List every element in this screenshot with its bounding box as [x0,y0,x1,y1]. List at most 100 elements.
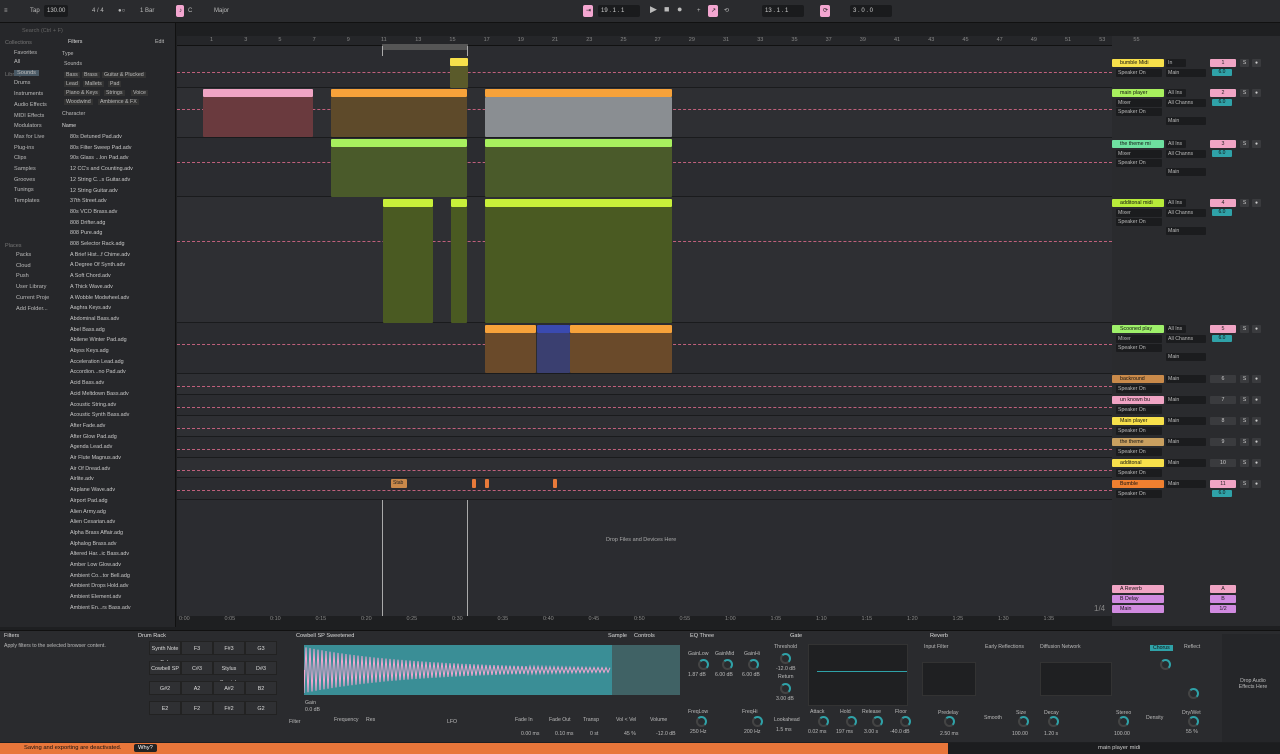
list-item[interactable]: Agenda Lead.adv [70,444,112,450]
list-item[interactable]: Ambient Element.adv [70,594,121,600]
list-item[interactable]: Acceleration Lead.adg [70,359,124,365]
play-icon[interactable]: ▶ [650,3,657,15]
return-track-number[interactable]: 1/2 [1210,605,1236,613]
list-item[interactable]: Alien Army.adg [70,509,106,515]
follow-icon[interactable]: ⇥ [583,5,593,17]
list-item[interactable]: Abel Bass.adg [70,327,105,333]
eq-three-title[interactable]: EQ Three [690,632,714,641]
drum-pad[interactable]: G3 [245,641,277,655]
size-value[interactable]: 100.00 [1012,731,1028,737]
track-number[interactable]: 1 [1210,59,1236,67]
release-value[interactable]: 3.00 s [864,729,878,735]
drum-pad[interactable]: Cowbell SP [149,661,181,675]
tag-voice[interactable]: Voice [131,90,148,96]
track-output-type[interactable]: Speaker On [1116,427,1162,435]
track-number[interactable]: 9 [1210,438,1236,446]
track-volume[interactable]: 6.0 [1212,490,1232,497]
drum-pad[interactable]: C#3 [181,661,213,675]
arrangement-clip[interactable] [485,139,672,147]
track-number[interactable]: 7 [1210,396,1236,404]
tag-brass[interactable]: Brass [82,72,100,78]
list-item[interactable]: Acid Meltdown Bass.adv [70,391,129,397]
track-input[interactable]: In [1166,59,1186,67]
tag-strings[interactable]: Strings [104,90,125,96]
position-field[interactable]: 19 . 1 . 1 [598,5,640,17]
gain-value[interactable]: 0.0 dB [305,707,320,713]
track-output-type[interactable]: Speaker On [1116,385,1162,393]
list-item[interactable]: Ambient Co...tor Bell.adg [70,573,130,579]
track-volume[interactable]: 6.0 [1212,99,1232,106]
tag-piano-keys[interactable]: Piano & Keys [64,90,100,96]
knob[interactable] [818,716,829,727]
drum-pad[interactable]: D#3 [245,661,277,675]
track-monitor[interactable]: Speaker On [1116,344,1162,352]
drum-pad[interactable]: F2 [181,701,213,715]
lfo-label[interactable]: LFO [447,719,457,725]
solo-button[interactable]: S [1240,140,1249,148]
drum-pad[interactable]: A#2 [213,681,245,695]
character-filter[interactable]: Character [62,111,85,117]
return-track-number[interactable]: B [1210,595,1236,603]
vol-vel-value[interactable]: 45 % [624,731,636,737]
list-item[interactable]: Air Of Dread.adv [70,466,110,472]
arm-button[interactable]: ● [1252,89,1261,97]
list-item[interactable]: Air Flute Magnus.adv [70,455,121,461]
knob[interactable] [846,716,857,727]
track-number[interactable]: 11 [1210,480,1236,488]
drum-pad[interactable]: F3 [181,641,213,655]
track-lane[interactable] [177,374,1112,395]
loop-toggle-icon[interactable]: ⟳ [820,5,830,17]
sample-tab[interactable]: Sample [608,632,627,641]
track-number[interactable]: 8 [1210,417,1236,425]
filter-label[interactable]: Filter [289,719,301,725]
track-input[interactable]: All Ins [1166,199,1186,207]
knob[interactable] [944,716,955,727]
sidebar-item-clips[interactable]: Clips [14,155,26,161]
list-item[interactable]: Acoustic Synth Bass.adv [70,412,129,418]
tap-button[interactable]: Tap [30,5,40,17]
hold-value[interactable]: 197 ms [836,729,853,735]
arm-button[interactable]: ● [1252,396,1261,404]
freqhi-value[interactable]: 200 Hz [744,729,760,735]
track-number[interactable]: 2 [1210,89,1236,97]
knob[interactable] [1160,659,1171,670]
transpose-value[interactable]: 0 st [590,731,598,737]
list-item[interactable]: 808 Selector Rack.adg [70,241,125,247]
track-output-main[interactable]: Main [1166,117,1206,125]
track-number[interactable]: 5 [1210,325,1236,333]
overdub-icon[interactable]: + [697,5,701,17]
list-item[interactable]: Acid Bass.adv [70,380,104,386]
track-lane[interactable] [177,478,1112,500]
return-track-name[interactable]: Main [1112,605,1164,613]
track-output-type[interactable]: Mixer [1116,209,1162,217]
arrangement-clip[interactable] [331,97,467,137]
track-number[interactable]: 6 [1210,375,1236,383]
tag-pad[interactable]: Pad [108,81,122,87]
arm-button[interactable]: ● [1252,375,1261,383]
drum-pad[interactable]: Stylus Scratch [213,661,245,686]
track-output-type[interactable]: Speaker On [1116,406,1162,414]
drum-pad[interactable]: Synth Note Pok [149,641,181,666]
why-button[interactable]: Why? [134,744,157,752]
key-icon[interactable]: ♪ [176,5,184,17]
punch-icon[interactable]: ⟲ [724,5,729,17]
sidebar-item-plug-ins[interactable]: Plug-ins [14,145,34,151]
knob[interactable] [780,653,791,664]
knob[interactable] [1188,716,1199,727]
drum-pad[interactable]: E2 [149,701,181,715]
arrangement-clip[interactable] [383,199,433,207]
arrangement-clip[interactable] [331,147,467,197]
track-name[interactable]: backround [1112,375,1164,383]
track-lane[interactable] [177,437,1112,458]
arrangement-clip[interactable] [450,58,468,66]
track-output-channel[interactable]: Main [1166,69,1206,77]
stab-clip[interactable]: Stab [391,479,407,488]
scale-select[interactable]: Major [214,5,229,17]
list-item[interactable]: Ambient En...rs Bass.adv [70,605,131,611]
track-output-type[interactable]: Speaker On [1116,490,1162,498]
bar-ruler[interactable] [177,36,1112,46]
list-item[interactable]: A Thick Wave.adv [70,284,113,290]
return-track-name[interactable]: A Reverb [1112,585,1164,593]
sidebar-item-drums[interactable]: Drums [14,80,30,86]
track-output-channel[interactable]: All Channs [1166,99,1206,107]
